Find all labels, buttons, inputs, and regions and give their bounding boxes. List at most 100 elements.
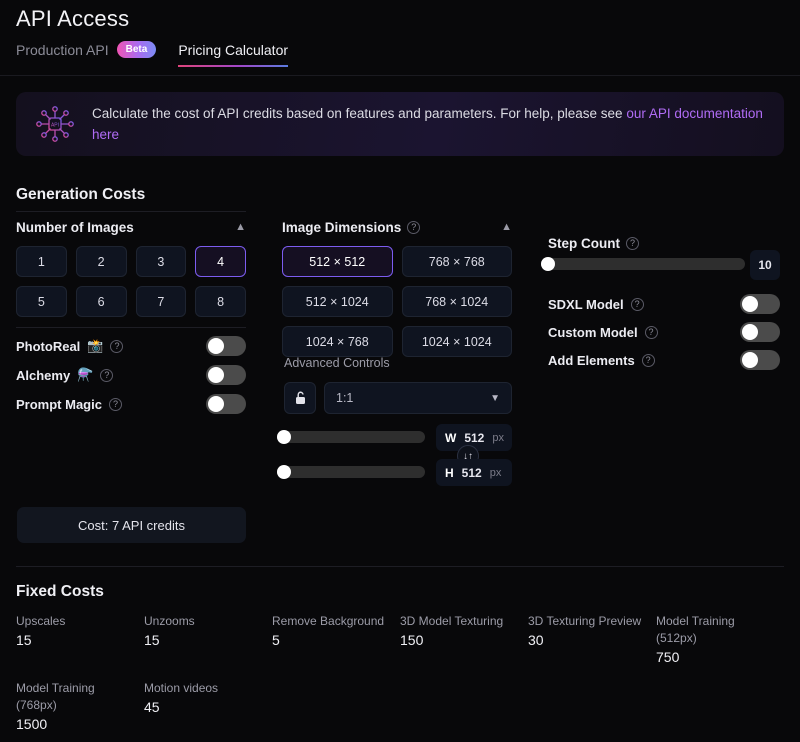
fixed-cost-value: 5 xyxy=(272,632,280,648)
camera-icon: 📸 xyxy=(87,338,104,353)
add-elements-toggle[interactable] xyxy=(740,350,780,370)
circuit-chip-icon: API xyxy=(34,103,76,145)
add-elements-help-icon[interactable]: ? xyxy=(641,353,655,367)
fixed-cost-label: 3D Model Texturing xyxy=(400,614,504,628)
tab-pricing-calculator-label: Pricing Calculator xyxy=(178,41,289,58)
fixed-cost-label: 3D Texturing Preview xyxy=(528,614,642,628)
cost-summary: Cost: 7 API credits xyxy=(17,507,246,543)
alchemy-help-icon[interactable]: ? xyxy=(100,368,114,382)
fixed-cost-value: 15 xyxy=(144,632,160,648)
height-value: 512 xyxy=(461,465,482,480)
dimensions-chevron-up-icon[interactable]: ▲ xyxy=(501,222,512,233)
images-option-6[interactable]: 6 xyxy=(75,286,127,317)
photoreal-row: PhotoReal 📸 ? xyxy=(16,336,246,356)
fixed-costs-title: Fixed Costs xyxy=(16,583,104,600)
step-count-header: Step Count ? xyxy=(548,236,639,251)
step-count-label: Step Count xyxy=(548,236,620,251)
images-option-3[interactable]: 3 xyxy=(135,246,187,277)
width-slider[interactable] xyxy=(277,430,425,444)
alchemy-toggle[interactable] xyxy=(206,365,246,385)
step-count-value[interactable]: 10 xyxy=(750,250,780,280)
custom-model-label: Custom Model xyxy=(548,324,638,340)
custom-model-help-icon[interactable]: ? xyxy=(644,325,658,339)
prompt-magic-row: Prompt Magic ? xyxy=(16,394,246,414)
fixed-cost-label: Upscales xyxy=(16,614,66,628)
prompt-magic-help-icon[interactable]: ? xyxy=(108,397,122,411)
prompt-magic-toggle[interactable] xyxy=(206,394,246,414)
image-dimensions-header[interactable]: Image Dimensions ? ▲ xyxy=(282,220,512,235)
image-dimensions-grid: 512 × 512 768 × 768 512 × 1024 768 × 102… xyxy=(282,246,512,357)
fixed-costs-divider xyxy=(16,566,784,567)
tab-pricing-calculator[interactable]: Pricing Calculator xyxy=(178,42,288,67)
fixed-cost-value: 30 xyxy=(528,632,544,648)
chevron-up-icon[interactable]: ▲ xyxy=(235,222,246,233)
images-option-8[interactable]: 8 xyxy=(195,286,246,317)
fixed-cost-value: 45 xyxy=(144,699,160,715)
image-dimensions-label: Image Dimensions xyxy=(282,220,402,235)
aspect-ratio-select[interactable]: 1:1 ▼ xyxy=(324,382,512,414)
step-count-help-icon[interactable]: ? xyxy=(626,237,639,250)
number-of-images-grid: 1 2 3 4 5 6 7 8 xyxy=(16,246,246,317)
tab-production-api-label: Production API xyxy=(16,41,109,58)
fixed-cost-3d-model-texturing: 3D Model Texturing 150 xyxy=(400,613,503,648)
alchemy-row: Alchemy ⚗️ ? xyxy=(16,365,246,385)
fixed-cost-model-training-768: Model Training (768px) 1500 xyxy=(16,680,126,732)
header-divider xyxy=(0,75,800,76)
info-banner: API Calculate the cost of API credits ba… xyxy=(16,92,784,156)
aspect-ratio-value: 1:1 xyxy=(336,391,354,405)
height-unit: px xyxy=(489,466,502,479)
width-value: 512 xyxy=(464,430,485,445)
fixed-cost-remove-background: Remove Background 5 xyxy=(272,613,384,648)
beta-badge: Beta xyxy=(116,41,157,58)
dimension-option-512x512[interactable]: 512 × 512 xyxy=(282,246,393,277)
generation-costs-title: Generation Costs xyxy=(16,186,146,203)
dimension-option-1024x1024[interactable]: 1024 × 1024 xyxy=(401,326,512,357)
width-unit: px xyxy=(492,431,504,444)
unlock-icon[interactable] xyxy=(284,382,316,414)
photoreal-label: PhotoReal xyxy=(16,338,81,354)
advanced-controls-label: Advanced Controls xyxy=(284,356,390,370)
images-option-5[interactable]: 5 xyxy=(16,286,67,317)
banner-text-body: Calculate the cost of API credits based … xyxy=(92,106,627,121)
custom-model-toggle[interactable] xyxy=(740,322,780,342)
dimension-option-768x1024[interactable]: 768 × 1024 xyxy=(401,286,512,317)
prompt-magic-label: Prompt Magic xyxy=(16,396,102,412)
custom-model-row: Custom Model ? xyxy=(548,322,780,342)
number-of-images-header[interactable]: Number of Images ▲ xyxy=(16,220,246,235)
height-slider[interactable] xyxy=(277,465,425,479)
images-option-4[interactable]: 4 xyxy=(195,246,246,277)
tab-production-api[interactable]: Production API Beta xyxy=(16,41,157,67)
dimension-option-768x768[interactable]: 768 × 768 xyxy=(401,246,512,277)
pricing-calculator-page: API Access Production API Beta Pricing C… xyxy=(0,0,800,742)
generation-divider xyxy=(16,211,246,212)
image-dimensions-help-icon[interactable]: ? xyxy=(407,221,421,234)
add-elements-label: Add Elements xyxy=(548,352,635,368)
fixed-cost-label: Motion videos xyxy=(144,681,219,695)
chevron-down-icon[interactable]: ▼ xyxy=(490,393,500,404)
fixed-cost-label: Remove Background xyxy=(272,614,385,628)
fixed-cost-model-training-512: Model Training (512px) 750 xyxy=(656,613,766,665)
images-option-1[interactable]: 1 xyxy=(16,246,67,277)
fixed-cost-label: Model Training (512px) xyxy=(656,614,735,645)
fixed-cost-3d-texturing-preview: 3D Texturing Preview 30 xyxy=(528,613,641,648)
sdxl-model-help-icon[interactable]: ? xyxy=(630,297,644,311)
height-axis-label: H xyxy=(445,465,454,480)
number-of-images-label: Number of Images xyxy=(16,220,134,235)
fixed-cost-value: 1500 xyxy=(16,716,48,732)
height-field[interactable]: H 512 px xyxy=(436,459,512,486)
fixed-cost-label: Unzooms xyxy=(144,614,195,628)
step-count-slider[interactable] xyxy=(541,257,745,271)
photoreal-toggle[interactable] xyxy=(206,336,246,356)
photoreal-help-icon[interactable]: ? xyxy=(110,339,124,353)
fixed-cost-unzooms: Unzooms 15 xyxy=(144,613,195,648)
tab-bar: Production API Beta Pricing Calculator xyxy=(16,41,288,67)
sdxl-model-toggle[interactable] xyxy=(740,294,780,314)
images-option-7[interactable]: 7 xyxy=(135,286,187,317)
fixed-cost-value: 15 xyxy=(16,632,32,648)
fixed-cost-motion-videos: Motion videos 45 xyxy=(144,680,218,715)
width-axis-label: W xyxy=(445,430,457,445)
fixed-cost-label: Model Training (768px) xyxy=(16,681,95,712)
dimension-option-512x1024[interactable]: 512 × 1024 xyxy=(282,286,393,317)
dimension-option-1024x768[interactable]: 1024 × 768 xyxy=(282,326,393,357)
images-option-2[interactable]: 2 xyxy=(75,246,127,277)
